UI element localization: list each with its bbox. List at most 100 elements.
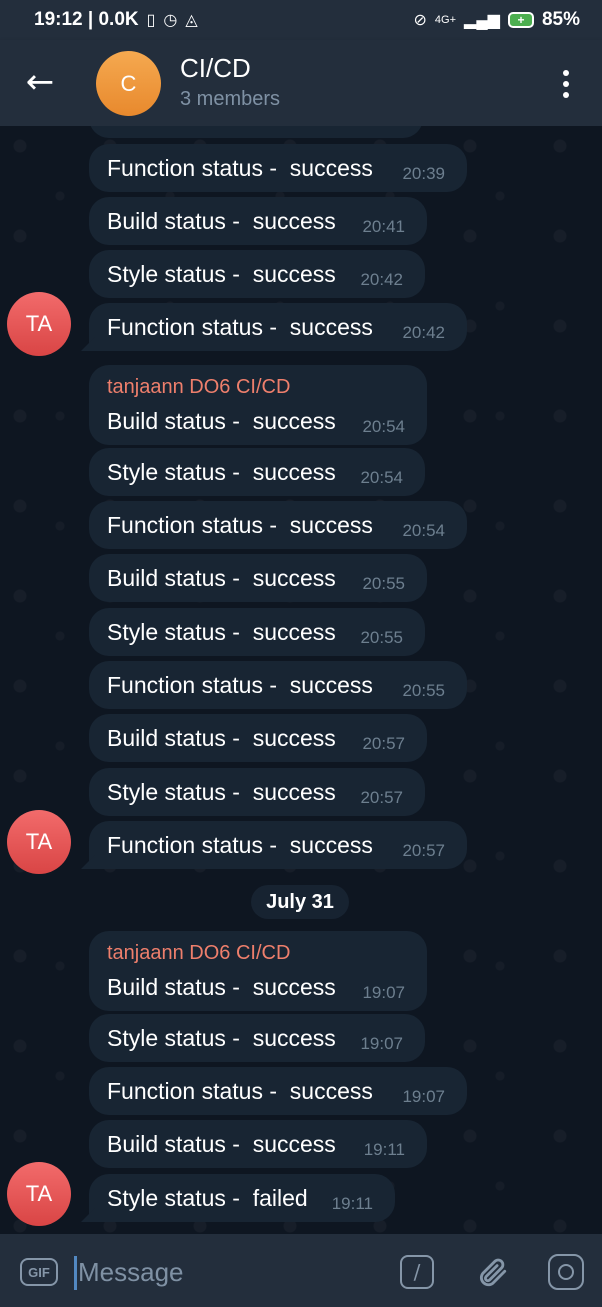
message-text: Build status - success [107,725,336,751]
message-bubble[interactable]: Build status - success 20:55 [89,554,427,602]
message-bubble[interactable]: tanjaann DO6 CI/CD Build status - succes… [89,931,427,1011]
message-time: 20:57 [360,788,403,807]
message-time: 20:55 [360,628,403,647]
more-vertical-dot [563,92,569,98]
date-separator: July 31 [251,885,349,919]
app-notification-icon: ◬ [185,12,198,29]
group-avatar[interactable]: C [96,51,161,116]
message-bubble[interactable]: Function status - success 20:57 [89,821,467,869]
message-bubble[interactable]: Function status - success 20:39 [89,144,467,192]
message-bubble[interactable]: tanjaann DO6 CI/CD Build status - succes… [89,365,427,445]
message-bubble[interactable]: Style status - success 20:55 [89,608,425,656]
gif-button[interactable]: GIF [20,1258,58,1286]
message-bubble[interactable]: Function status - success 20:42 [89,303,467,351]
slash-icon: / [413,1260,421,1284]
paperclip-icon [479,1258,507,1287]
avatar[interactable]: TA [7,810,71,874]
message-text: Build status - success [107,1131,336,1157]
message-bubble[interactable]: Function status - success 20:55 [89,661,467,709]
more-menu-button[interactable] [552,66,580,102]
arrow-left-icon: ← [25,62,55,102]
message-bubble[interactable]: Function status - success 19:07 [89,1067,467,1115]
do-not-disturb-icon: ⊘ [413,12,427,29]
message-time: 20:54 [362,417,405,436]
message-time: 19:11 [331,1194,373,1213]
message-time: 20:42 [360,270,403,289]
chat-messages-area[interactable]: Function status - success 20:39 Build st… [0,126,602,1234]
members-count: 3 members [180,88,281,110]
camera-button[interactable] [548,1254,584,1290]
message-text: Function status - success [107,832,373,858]
message-input[interactable] [78,1250,378,1294]
message-text: Function status - success [107,512,373,538]
sender-name[interactable]: tanjaann DO6 CI/CD [107,376,290,399]
message-text: Style status - success [107,619,336,645]
status-right: ⊘ 4G+ ▂▄▆ + 85% [414,9,581,31]
message-time: 20:55 [362,574,405,593]
avatar-initials: TA [25,311,53,336]
message-time: 20:42 [402,323,445,342]
more-vertical-icon [563,70,569,76]
message-time: 19:11 [363,1140,405,1159]
message-time: 19:07 [402,1087,445,1106]
avatar[interactable]: TA [7,1162,71,1226]
group-avatar-letter: C [120,70,137,96]
message-text: Build status - success [107,565,336,591]
message-time: 19:07 [362,983,405,1002]
message-text: Function status - success [107,672,373,698]
message-time: 20:57 [362,734,405,753]
status-time: 19:12 | 0.0K [34,9,139,30]
status-bar: 19:12 | 0.0K ▯ ◷ ◬ ⊘ 4G+ ▂▄▆ + 85% [0,0,602,40]
message-bubble[interactable]: Style status - success 20:54 [89,448,425,496]
message-text: Function status - success [107,314,373,340]
message-time: 19:07 [360,1034,403,1053]
message-text: Style status - failed [107,1185,308,1211]
message-bubble-partial[interactable] [89,126,423,138]
battery-icon: + [507,12,534,28]
message-text: Style status - success [107,779,336,805]
message-text: Build status - success [107,408,336,434]
message-text: Style status - success [107,261,336,287]
message-text: Function status - success [107,155,373,181]
message-time: 20:41 [362,217,405,236]
date-separator-label: July 31 [266,890,334,913]
chat-title[interactable]: CI/CD [180,53,251,84]
message-text: Function status - success [107,1078,373,1104]
message-bubble[interactable]: Style status - success 19:07 [89,1014,425,1062]
network-type: 4G+ [434,14,457,26]
message-text: Build status - success [107,208,336,234]
message-text: Build status - success [107,974,336,1000]
message-bubble[interactable]: Style status - success 20:42 [89,250,425,298]
message-time: 20:39 [402,164,445,183]
attach-button[interactable] [472,1252,512,1292]
camera-icon [558,1264,574,1280]
sender-name[interactable]: tanjaann DO6 CI/CD [107,942,290,965]
message-composer: GIF / [0,1234,602,1307]
message-bubble[interactable]: Build status - success 19:11 [89,1120,427,1168]
message-text: Style status - success [107,1025,336,1051]
message-bubble[interactable]: Build status - success 20:41 [89,197,427,245]
text-cursor [74,1256,77,1290]
more-vertical-dot [563,81,569,87]
message-time: 20:57 [402,841,445,860]
battery-level: 85% [541,9,580,30]
clock-icon: ◷ [163,12,178,29]
vibrate-icon: ▯ [146,12,156,29]
message-bubble[interactable]: Style status - success 20:57 [89,768,425,816]
message-time: 20:54 [402,521,445,540]
message-bubble[interactable]: Function status - success 20:54 [89,501,467,549]
avatar[interactable]: TA [7,292,71,356]
avatar-initials: TA [25,1181,53,1206]
status-left: 19:12 | 0.0K ▯ ◷ ◬ [34,9,198,31]
avatar-initials: TA [25,829,53,854]
bot-commands-button[interactable]: / [400,1255,434,1289]
message-time: 20:54 [360,468,403,487]
message-time: 20:55 [402,681,445,700]
gif-label: GIF [28,1264,50,1280]
back-button[interactable]: ← [22,62,58,102]
message-bubble[interactable]: Build status - success 20:57 [89,714,427,762]
chat-header: ← C CI/CD 3 members [0,40,602,126]
signal-icon: ▂▄▆ [464,12,500,29]
message-text: Style status - success [107,459,336,485]
message-bubble[interactable]: Style status - failed 19:11 [89,1174,395,1222]
